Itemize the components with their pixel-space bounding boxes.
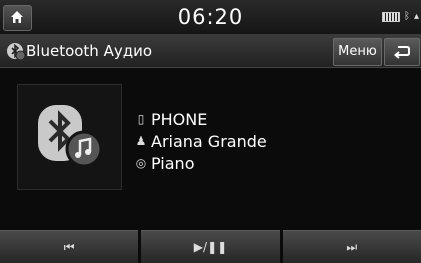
next-icon: ⏭ <box>346 239 358 254</box>
play-pause-icon: ▶/❚❚ <box>193 240 228 254</box>
track-info: ▯ PHONE ♟ Ariana Grande ◎ Piano <box>134 108 267 174</box>
status-bar: 06:20 ᛒ ▴ <box>0 0 421 35</box>
disc-icon: ◎ <box>135 156 147 170</box>
artist-name: Ariana Grande <box>151 131 267 151</box>
signal-icon: ▴ <box>413 11 419 22</box>
bluetooth-music-icon <box>38 105 103 168</box>
phone-icon: ▯ <box>137 112 145 126</box>
playback-controls: ⏮ ▶/❚❚ ⏭ <box>0 230 421 263</box>
device-row: ▯ PHONE <box>134 108 267 130</box>
artist-row: ♟ Ariana Grande <box>134 130 267 152</box>
song-row: ◎ Piano <box>134 152 267 174</box>
bluetooth-icon <box>7 43 26 61</box>
back-button[interactable] <box>384 38 420 66</box>
device-name: PHONE <box>151 109 208 129</box>
back-icon <box>393 46 410 59</box>
bluetooth-status-icon: ᛒ <box>403 11 410 22</box>
status-icons: ᛒ ▴ <box>381 11 419 22</box>
menu-button[interactable]: Меню <box>333 38 382 66</box>
page-title: Bluetooth Аудио <box>26 42 153 60</box>
battery-icon <box>381 11 400 22</box>
person-icon: ♟ <box>135 134 147 148</box>
title-bar: Bluetooth Аудио Меню <box>0 35 421 68</box>
next-button[interactable]: ⏭ <box>282 230 421 263</box>
play-pause-button[interactable]: ▶/❚❚ <box>141 230 280 263</box>
album-art <box>17 84 122 190</box>
song-title: Piano <box>151 153 195 173</box>
clock: 06:20 <box>177 5 244 29</box>
previous-icon: ⏮ <box>63 239 75 254</box>
previous-button[interactable]: ⏮ <box>0 230 139 263</box>
